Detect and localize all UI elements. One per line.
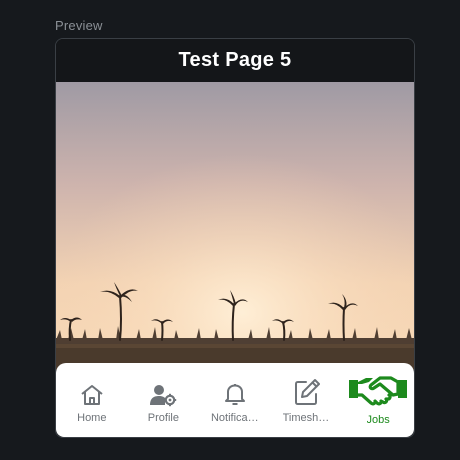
bell-icon xyxy=(223,377,247,407)
nav-item-timesheets[interactable]: Timesheets xyxy=(271,363,343,437)
nav-item-notifications[interactable]: Notifications xyxy=(199,363,271,437)
user-gear-icon xyxy=(149,377,177,407)
edit-icon xyxy=(292,377,322,407)
nav-item-jobs[interactable]: Jobs xyxy=(342,363,414,437)
nav-item-profile[interactable]: Profile xyxy=(128,363,200,437)
preview-panel: Preview Test Page 5 Home Profile Notific… xyxy=(0,0,460,460)
phone-frame: Test Page 5 Home Profile Notificatio Tim… xyxy=(55,38,415,438)
bottom-nav: Home Profile Notificatio Timeshee Jobs xyxy=(56,363,414,437)
hero-image xyxy=(56,82,414,370)
nav-label-jobs: Jobs xyxy=(366,414,390,426)
app-header: Test Page 5 xyxy=(56,39,414,82)
preview-label: Preview xyxy=(55,18,103,33)
nav-label-timesheets: Timesheets xyxy=(282,411,331,424)
nav-item-home[interactable]: Home xyxy=(56,363,128,437)
nav-label-home: Home xyxy=(77,411,107,424)
home-icon xyxy=(79,377,105,407)
nav-label-notifications: Notifications xyxy=(210,411,259,424)
nav-label-profile: Profile xyxy=(147,411,179,424)
page-title: Test Page 5 xyxy=(178,49,292,71)
handshake-icon xyxy=(349,374,408,408)
